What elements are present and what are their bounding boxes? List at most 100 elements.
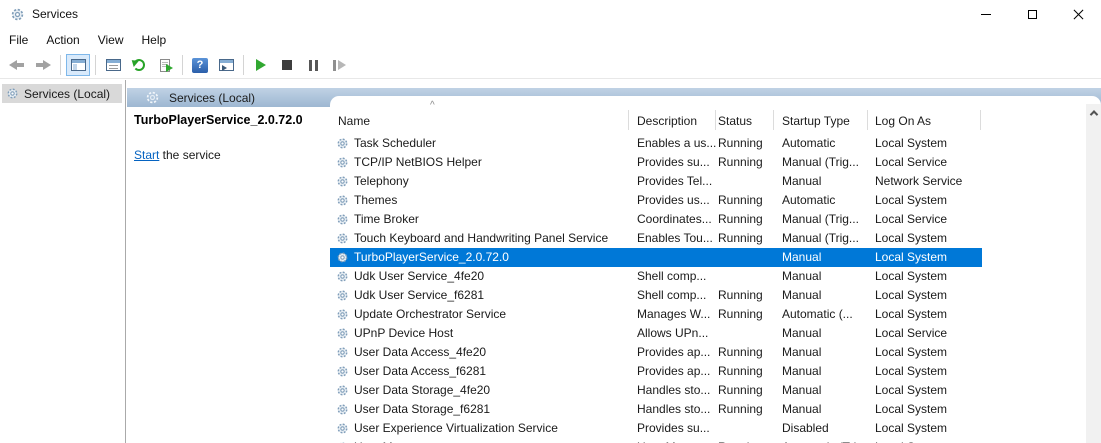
table-row[interactable]: User Experience Virtualization Service P… bbox=[330, 419, 1086, 438]
service-gear-icon bbox=[336, 232, 349, 245]
toolbar: ? bbox=[0, 52, 1101, 79]
cell-startup-type: Automatic (... bbox=[782, 305, 853, 324]
cell-description: Handles sto... bbox=[637, 381, 710, 400]
properties-icon bbox=[106, 59, 121, 71]
menu-bar: File Action View Help bbox=[0, 28, 1101, 52]
column-separator[interactable] bbox=[715, 110, 716, 130]
show-console-tree-icon bbox=[71, 59, 86, 71]
service-gear-icon bbox=[336, 194, 349, 207]
cell-status: Running bbox=[718, 286, 763, 305]
minimize-button[interactable] bbox=[963, 0, 1009, 28]
cell-log-on-as: Local System bbox=[875, 400, 947, 419]
chevron-up-icon bbox=[1089, 110, 1097, 118]
content-area: Services (Local) Services (Local) TurboP… bbox=[0, 80, 1101, 443]
table-row[interactable]: Telephony Provides Tel... Manual Network… bbox=[330, 172, 1086, 191]
menu-help[interactable]: Help bbox=[133, 30, 176, 50]
restart-service-button[interactable] bbox=[327, 54, 351, 76]
cell-log-on-as: Local System bbox=[875, 438, 947, 443]
table-row[interactable]: Udk User Service_f6281 Shell comp... Run… bbox=[330, 286, 1086, 305]
service-gear-icon bbox=[336, 137, 349, 150]
cell-log-on-as: Local System bbox=[875, 229, 947, 248]
console-tree-panel: Services (Local) bbox=[0, 80, 126, 443]
menu-file[interactable]: File bbox=[0, 30, 37, 50]
stop-service-button[interactable] bbox=[275, 54, 299, 76]
cell-startup-type: Automatic bbox=[782, 191, 835, 210]
cell-log-on-as: Local System bbox=[875, 267, 947, 286]
pane-header-title: Services (Local) bbox=[169, 91, 255, 105]
cell-status: Running bbox=[718, 153, 763, 172]
cell-description: Enables a us... bbox=[637, 134, 716, 153]
forward-button[interactable] bbox=[31, 54, 55, 76]
cell-startup-type: Manual bbox=[782, 381, 821, 400]
table-row[interactable]: User Data Access_4fe20 Provides ap... Ru… bbox=[330, 343, 1086, 362]
cell-description: Manages W... bbox=[637, 305, 710, 324]
table-row[interactable]: Task Scheduler Enables a us... Running A… bbox=[330, 134, 1086, 153]
back-button[interactable] bbox=[5, 54, 29, 76]
service-gear-icon bbox=[336, 346, 349, 359]
column-header-startup-type[interactable]: Startup Type bbox=[782, 108, 850, 132]
toolbar-separator bbox=[182, 55, 183, 75]
maximize-button[interactable] bbox=[1009, 0, 1055, 28]
refresh-button[interactable] bbox=[127, 54, 151, 76]
menu-action[interactable]: Action bbox=[37, 30, 88, 50]
table-row[interactable]: TurboPlayerService_2.0.72.0 Manual Local… bbox=[330, 248, 1086, 267]
table-row[interactable]: Udk User Service_4fe20 Shell comp... Man… bbox=[330, 267, 1086, 286]
export-list-button[interactable] bbox=[153, 54, 177, 76]
cell-name: Task Scheduler bbox=[354, 134, 436, 153]
close-button[interactable] bbox=[1055, 0, 1101, 28]
column-separator[interactable] bbox=[980, 110, 981, 130]
start-service-button[interactable] bbox=[249, 54, 273, 76]
title-bar: Services bbox=[0, 0, 1101, 28]
cell-name: Themes bbox=[354, 191, 397, 210]
cell-status: Running bbox=[718, 438, 763, 443]
column-header-description[interactable]: Description bbox=[637, 108, 697, 132]
table-row[interactable]: User Data Storage_4fe20 Handles sto... R… bbox=[330, 381, 1086, 400]
cell-status: Running bbox=[718, 343, 763, 362]
stop-service-icon bbox=[282, 60, 292, 70]
table-row[interactable]: User Data Storage_f6281 Handles sto... R… bbox=[330, 400, 1086, 419]
table-row[interactable]: User Data Access_f6281 Provides ap... Ru… bbox=[330, 362, 1086, 381]
pause-service-icon bbox=[309, 60, 312, 71]
help-icon: ? bbox=[192, 58, 208, 73]
help-button[interactable]: ? bbox=[188, 54, 212, 76]
column-separator[interactable] bbox=[867, 110, 868, 130]
cell-status: Running bbox=[718, 305, 763, 324]
cell-name: TurboPlayerService_2.0.72.0 bbox=[354, 248, 509, 267]
window-controls bbox=[963, 0, 1101, 28]
action-pane-button[interactable] bbox=[214, 54, 238, 76]
vertical-scrollbar[interactable] bbox=[1086, 104, 1101, 443]
table-row[interactable]: User Manager User Manag... Running Autom… bbox=[330, 438, 1086, 443]
table-row[interactable]: Touch Keyboard and Handwriting Panel Ser… bbox=[330, 229, 1086, 248]
column-separator[interactable] bbox=[628, 110, 629, 130]
cell-description: Coordinates... bbox=[637, 210, 712, 229]
table-row[interactable]: Update Orchestrator Service Manages W...… bbox=[330, 305, 1086, 324]
cell-startup-type: Manual bbox=[782, 286, 821, 305]
table-row[interactable]: TCP/IP NetBIOS Helper Provides su... Run… bbox=[330, 153, 1086, 172]
table-row[interactable]: UPnP Device Host Allows UPn... Manual Lo… bbox=[330, 324, 1086, 343]
properties-button[interactable] bbox=[101, 54, 125, 76]
column-separator[interactable] bbox=[773, 110, 774, 130]
pause-service-button[interactable] bbox=[301, 54, 325, 76]
service-gear-icon bbox=[336, 422, 349, 435]
cell-startup-type: Manual bbox=[782, 267, 821, 286]
toolbar-separator bbox=[243, 55, 244, 75]
refresh-icon bbox=[133, 59, 145, 71]
menu-view[interactable]: View bbox=[89, 30, 133, 50]
scroll-up-button[interactable] bbox=[1086, 104, 1101, 121]
cell-description: Allows UPn... bbox=[637, 324, 708, 343]
show-console-tree-button[interactable] bbox=[66, 54, 90, 76]
cell-name: Update Orchestrator Service bbox=[354, 305, 506, 324]
cell-startup-type: Manual (Trig... bbox=[782, 210, 859, 229]
table-row[interactable]: Time Broker Coordinates... Running Manua… bbox=[330, 210, 1086, 229]
cell-startup-type: Manual bbox=[782, 324, 821, 343]
column-header-name[interactable]: Name bbox=[338, 108, 370, 132]
cell-status: Running bbox=[718, 381, 763, 400]
export-list-icon bbox=[160, 59, 170, 72]
table-row[interactable]: Themes Provides us... Running Automatic … bbox=[330, 191, 1086, 210]
column-header-log-on-as[interactable]: Log On As bbox=[875, 108, 931, 132]
column-header-status[interactable]: Status bbox=[718, 108, 752, 132]
start-service-link[interactable]: Start bbox=[134, 148, 159, 162]
cell-startup-type: Automatic (Trig... bbox=[782, 438, 873, 443]
tree-item-services-local[interactable]: Services (Local) bbox=[2, 84, 122, 103]
back-icon bbox=[9, 58, 25, 72]
